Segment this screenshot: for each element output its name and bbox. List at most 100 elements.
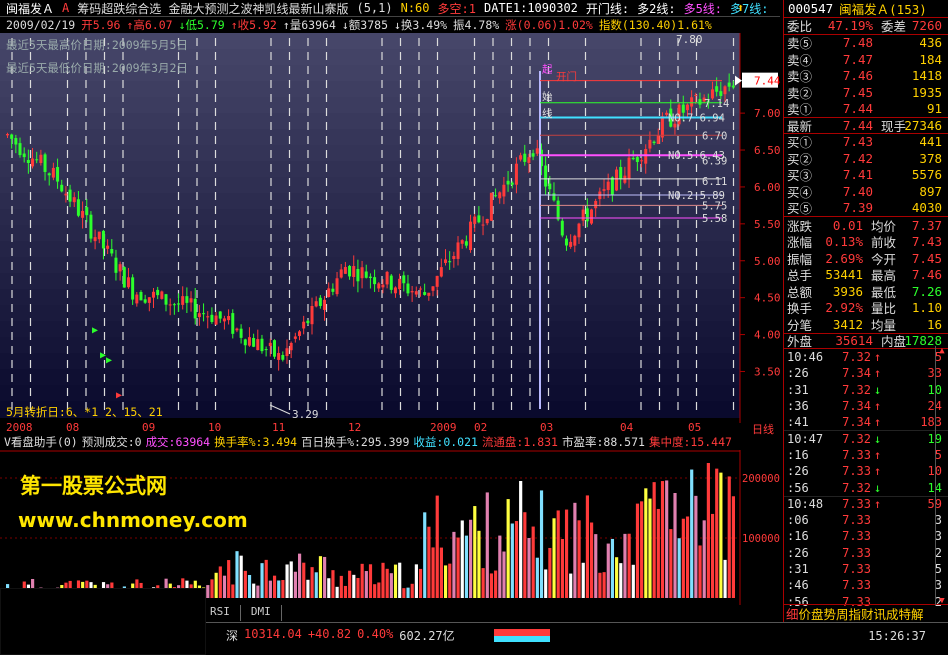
buy-row[interactable]: 买① 7.43 441 [784, 134, 948, 151]
tick-time: :31 [787, 383, 825, 397]
param-duokong: 多空:1 [438, 0, 476, 17]
chart-band [0, 113, 740, 130]
candlestick-chart[interactable]: 7.00 6.50 6.00 5.50 5.00 4.50 4.00 3.50 起开门始线 NO.… [0, 33, 780, 423]
tick-price: 7.33 [825, 464, 871, 478]
sell-row[interactable]: 卖② 7.45 1935 [784, 84, 948, 101]
price-tick: 4.50 [754, 292, 780, 305]
volume-bar [515, 521, 518, 598]
volume-bar [653, 482, 656, 598]
tick-arrow: ↓ [874, 481, 886, 495]
candle-body [361, 267, 364, 278]
volume-bar [294, 572, 297, 598]
vol-indicator-name[interactable]: V看盘助手(0) [4, 434, 78, 450]
volume-bar [732, 496, 735, 598]
footer-label[interactable]: 细 [786, 604, 799, 623]
tick-arrow: ↑ [874, 464, 886, 478]
candle-body [210, 315, 213, 322]
info-amount: ↓额3785 [342, 17, 388, 33]
volume-bar [423, 512, 426, 598]
candle-body [431, 286, 434, 290]
tick-row: :26 7.33 ↑ 10 [784, 463, 948, 479]
volume-bar [657, 509, 660, 598]
candle-body [48, 173, 51, 175]
buy-row[interactable]: 买② 7.42 378 [784, 150, 948, 167]
volume-bar [352, 575, 355, 598]
volume-bar [377, 582, 380, 598]
volume-bar [711, 514, 714, 598]
sell-row[interactable]: 卖① 7.44 91 [784, 101, 948, 118]
candle-body [185, 296, 188, 303]
tab-rsi[interactable]: RSI [200, 605, 241, 621]
candle-body [152, 292, 155, 298]
tick-time: :41 [787, 415, 825, 429]
candle-body [728, 83, 731, 87]
alert-icon[interactable]: ⬆ [737, 1, 744, 15]
chart-band [0, 289, 740, 306]
candle-body [336, 278, 339, 294]
buy-row[interactable]: 买④ 7.40 897 [784, 183, 948, 200]
volume-bar [285, 564, 288, 598]
tick-row: :41 7.34 ↑ 183 [784, 414, 948, 430]
status-bar: 深 10314.04 +40.82 0.40% 602.27亿 15:26:37 [206, 622, 948, 655]
candle-body [536, 148, 539, 153]
tab-dmi[interactable]: DMI [241, 605, 282, 621]
indicator-tabs: RSI DMI [200, 605, 282, 621]
candle-body [39, 155, 42, 163]
chart-band [0, 305, 740, 322]
date-tick: 02 [474, 421, 487, 434]
candle-body [473, 217, 476, 224]
sell-row[interactable]: 卖④ 7.47 184 [784, 51, 948, 68]
level-label: 线 [542, 107, 553, 120]
volume-bar [715, 469, 718, 598]
buy-price: 7.41 [825, 167, 873, 182]
stock-name[interactable]: 闽福发Ａ [6, 0, 54, 17]
sell-row[interactable]: 卖③ 7.46 1418 [784, 68, 948, 85]
candle-body [181, 296, 184, 305]
candle-body [177, 303, 180, 304]
tick-list[interactable]: 10:46 7.32 ↑ 5:26 7.34 ↑ 33:31 7.32 ↓ 10:36 7.34 ↑ 2… [784, 349, 948, 610]
tick-time: :26 [787, 464, 825, 478]
footer-tabs[interactable]: 价盘势周指财讯成特解 [799, 604, 924, 623]
buy-row[interactable]: 买⑤ 7.39 4030 [784, 200, 948, 217]
volume-bar [603, 572, 606, 598]
buy-volume: 897 [919, 184, 942, 199]
tick-time: :16 [787, 448, 825, 462]
volume-bar [698, 545, 701, 598]
volume-bar [590, 523, 593, 598]
candle-body [377, 283, 380, 288]
buy-volume: 5576 [912, 167, 942, 182]
volume-bar [490, 573, 493, 598]
stat-value: 2.69% [817, 251, 863, 266]
level-label: 开门 [556, 70, 577, 83]
tick-row: :31 7.33 5 [784, 561, 948, 577]
volume-bar [252, 584, 255, 598]
vol-turn100: 百日换手%:295.399 [301, 434, 409, 450]
tick-scrollbar[interactable]: ▲ ▼ [935, 346, 948, 606]
volume-bar [719, 473, 722, 598]
tick-time: 10:47 [787, 432, 825, 446]
indicator-names[interactable]: 筹码超跌综合选 金融大预测之波神凯线最新山寨版 [77, 0, 348, 17]
stat-value: 0.13% [817, 234, 863, 249]
candle-body [586, 208, 589, 221]
candle-body [202, 313, 205, 314]
candle-body [323, 300, 326, 310]
candle-body [277, 353, 280, 360]
buy-row[interactable]: 买③ 7.41 5576 [784, 167, 948, 184]
volume-bar [427, 527, 430, 598]
candle-body [615, 170, 618, 191]
scroll-down-icon[interactable]: ▼ [936, 596, 948, 606]
level-label: 起 [542, 64, 553, 76]
candle-body [406, 284, 409, 294]
volume-bar [561, 539, 564, 598]
vol-turn: 换手率%:3.494 [214, 434, 297, 450]
volume-bar [344, 586, 347, 598]
info-change: 涨(0.06)1.02% [505, 17, 593, 33]
tick-arrow: ↑ [874, 366, 886, 380]
scroll-up-icon[interactable]: ▲ [936, 346, 948, 356]
sell-row[interactable]: 卖⑤ 7.48 436 [784, 35, 948, 52]
candle-body [169, 304, 172, 305]
status-index-value: 10314.04 [244, 627, 302, 644]
candle-body [306, 321, 309, 323]
volume-bar [298, 554, 301, 598]
chart-band [0, 129, 740, 146]
